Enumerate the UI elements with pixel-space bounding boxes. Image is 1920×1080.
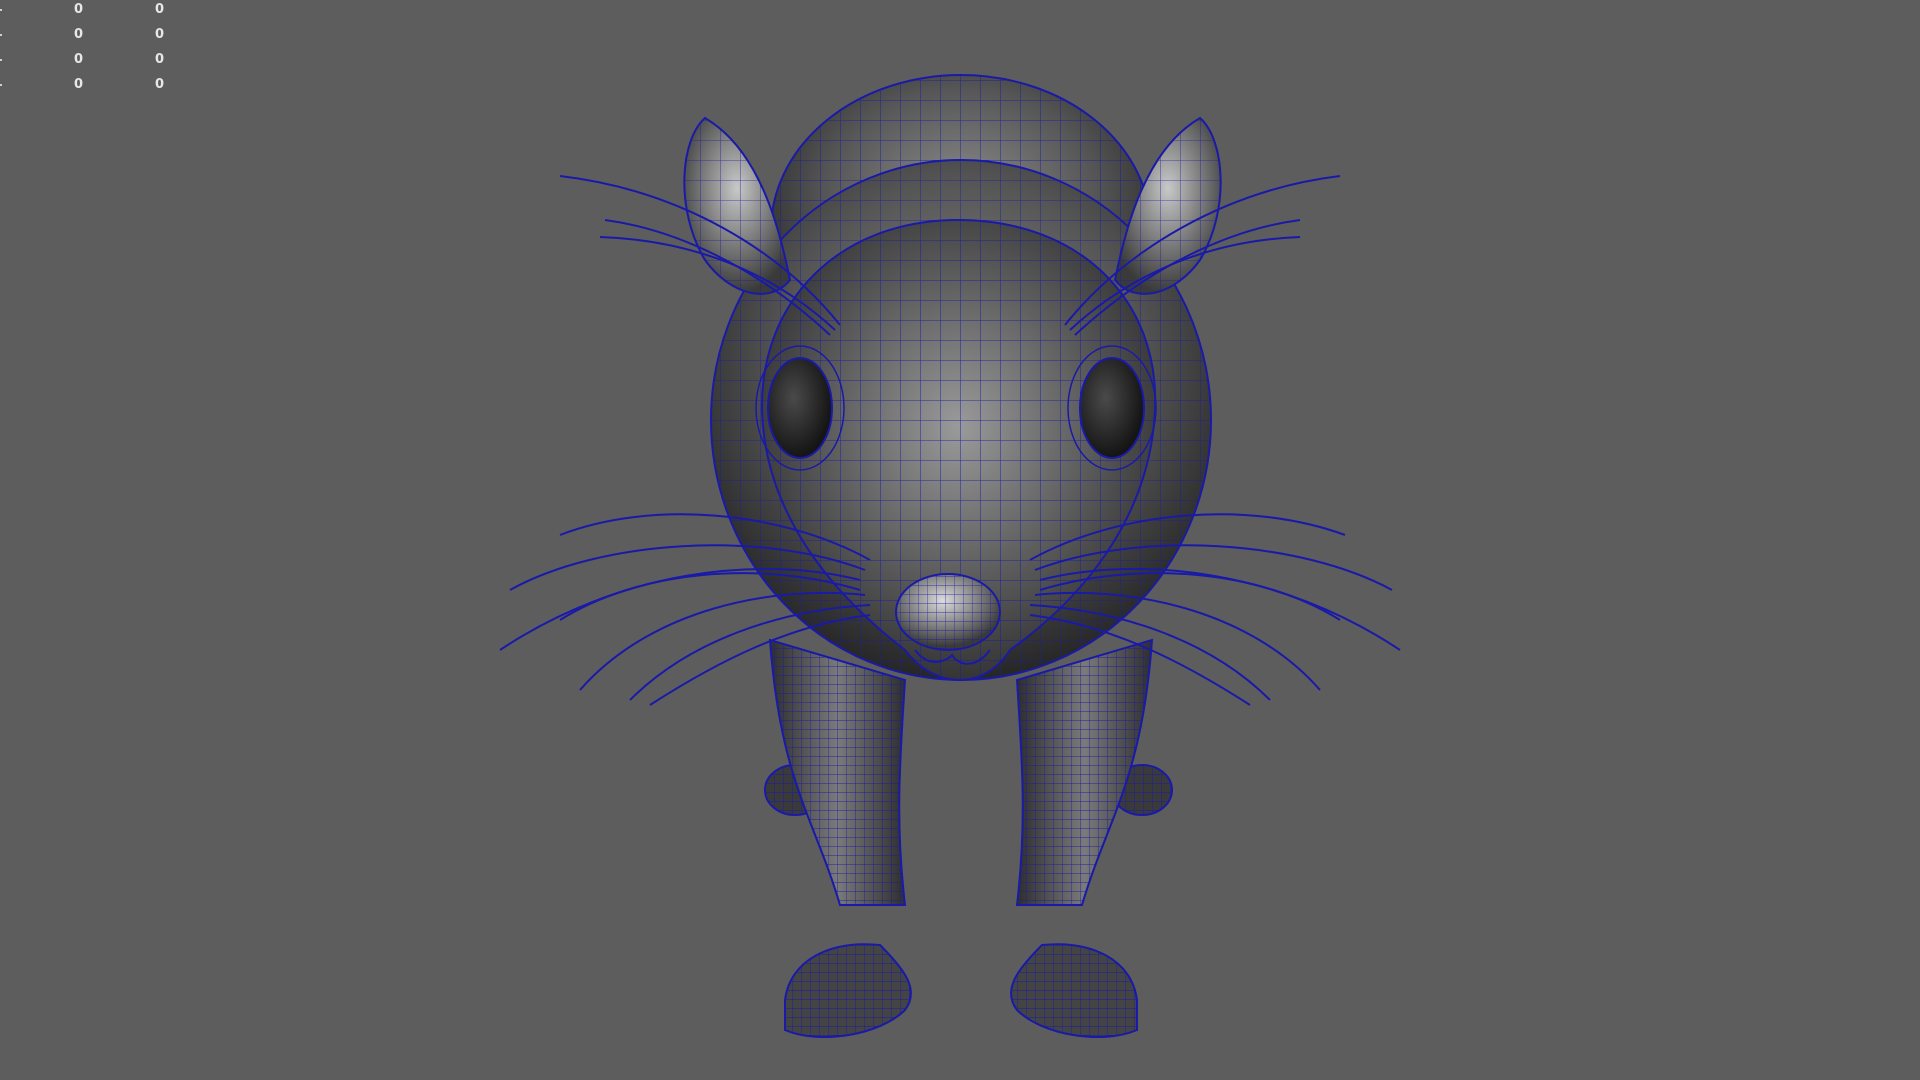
mouse-wireframe-model[interactable] bbox=[0, 0, 1920, 1080]
3d-viewport[interactable]: 0 0 0 0 0 0 0 0 bbox=[0, 0, 1920, 1080]
front-paws-mesh bbox=[784, 943, 1138, 1039]
